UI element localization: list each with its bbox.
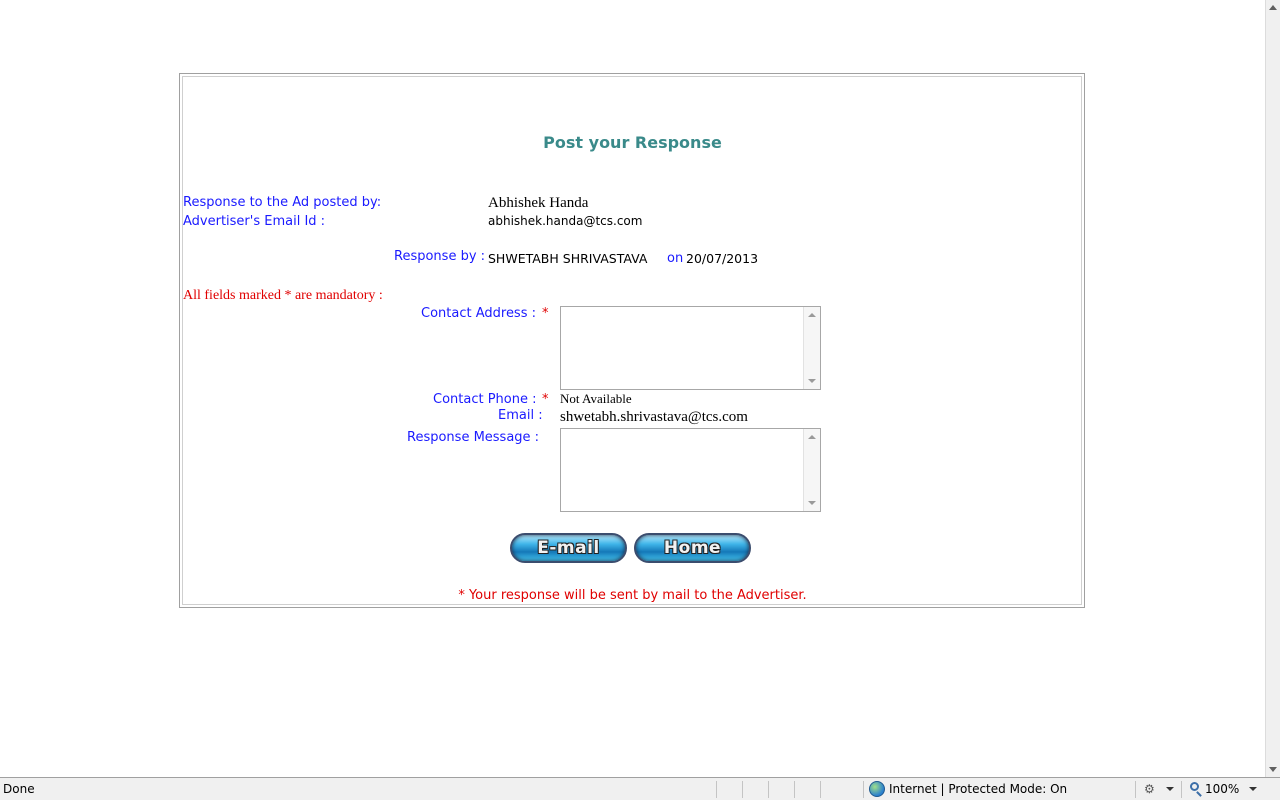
scroll-down-icon[interactable] <box>808 501 816 505</box>
home-button-label: Home <box>663 538 722 558</box>
ad-posted-by-label: Response to the Ad posted by: <box>183 195 382 210</box>
status-text: Done <box>3 782 35 796</box>
email-value: shwetabh.shrivastava@tcs.com <box>560 409 748 425</box>
response-message-label: Response Message : <box>407 430 540 445</box>
chevron-down-icon[interactable] <box>1166 787 1174 791</box>
email-button[interactable]: E-mail <box>510 533 627 563</box>
chevron-down-icon[interactable] <box>1249 787 1257 791</box>
ad-posted-by-value: Abhishek Handa <box>488 195 589 211</box>
email-label: Email : <box>498 408 543 423</box>
scroll-up-icon[interactable] <box>1269 5 1277 10</box>
contact-address-label: Contact Address : <box>421 306 536 321</box>
contact-address-input[interactable] <box>560 306 821 390</box>
response-date: 20/07/2013 <box>686 251 759 266</box>
scroll-down-icon[interactable] <box>1269 767 1277 772</box>
footer-note: * Your response will be sent by mail to … <box>458 588 807 603</box>
page-viewport: Post your Response Response to the Ad po… <box>0 0 1265 777</box>
zoom-icon[interactable] <box>1190 782 1199 791</box>
protected-mode-icon[interactable]: ⚙ <box>1144 782 1158 796</box>
on-label: on <box>667 251 684 266</box>
zoom-level[interactable]: 100% <box>1205 782 1239 796</box>
contact-phone-label: Contact Phone : <box>433 392 537 407</box>
home-button[interactable]: Home <box>634 533 751 563</box>
response-by-label: Response by : <box>394 249 486 264</box>
contact-phone-required-marker: * <box>542 392 549 407</box>
internet-zone-icon <box>869 781 885 797</box>
response-by-value: SHWETABH SHRIVASTAVA <box>488 251 648 266</box>
response-message-input[interactable] <box>560 428 821 512</box>
email-button-label: E-mail <box>537 538 600 558</box>
scroll-up-icon[interactable] <box>808 435 816 439</box>
contact-phone-value: Not Available <box>560 391 632 406</box>
advertiser-email-value: abhishek.handa@tcs.com <box>488 214 643 228</box>
scroll-up-icon[interactable] <box>808 313 816 317</box>
scroll-down-icon[interactable] <box>808 379 816 383</box>
response-message-scrollbar[interactable] <box>803 429 820 511</box>
advertiser-email-label: Advertiser's Email Id : <box>183 214 326 229</box>
contact-address-required-marker: * <box>542 306 549 321</box>
mandatory-note: All fields marked * are mandatory : <box>183 288 383 303</box>
page-scrollbar[interactable] <box>1265 0 1280 777</box>
status-bar: Done Internet | Protected Mode: On ⚙ 100… <box>0 777 1280 800</box>
page-title: Post your Response <box>543 133 722 152</box>
contact-address-scrollbar[interactable] <box>803 307 820 389</box>
security-zone-text: Internet | Protected Mode: On <box>889 782 1068 796</box>
